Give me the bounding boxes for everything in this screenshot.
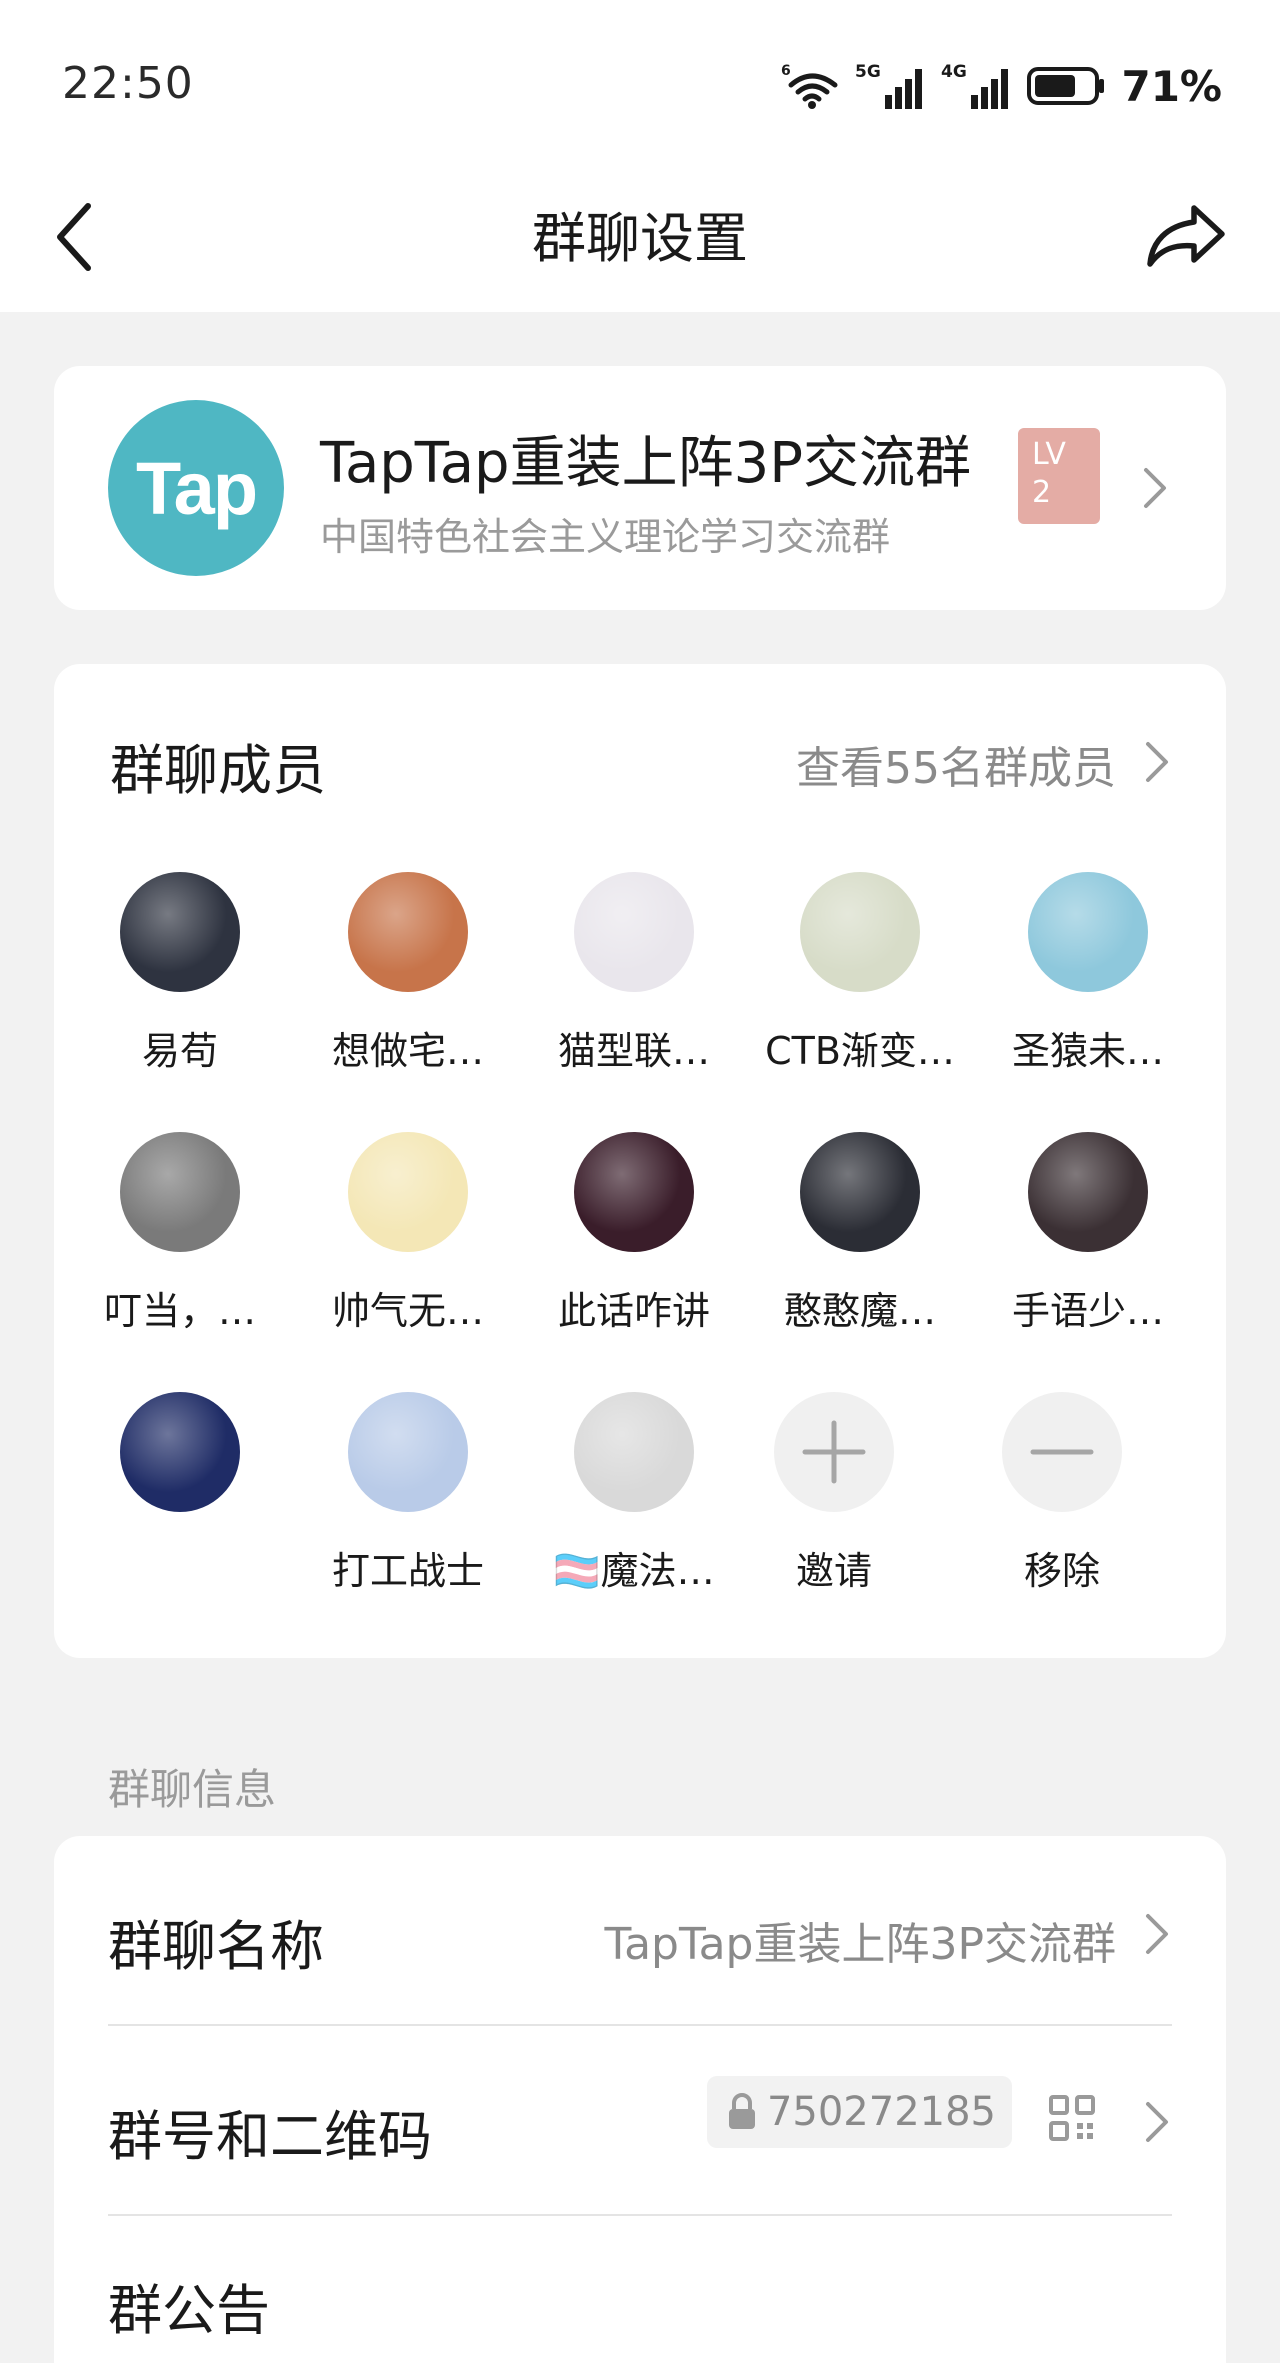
- member-item[interactable]: 想做宅…: [308, 872, 508, 1075]
- battery-icon: [1027, 67, 1105, 105]
- chevron-right-icon: [1146, 1914, 1168, 1954]
- status-bar: 22:50 6 5G 4G 71%: [0, 0, 1280, 170]
- invite-member-button[interactable]: 邀请: [734, 1392, 934, 1595]
- member-avatar: [1028, 872, 1148, 992]
- member-avatar: [348, 1132, 468, 1252]
- wifi-label: 6: [781, 63, 791, 79]
- remove-label: 移除: [1023, 1549, 1100, 1593]
- member-name: 手语少…: [1011, 1289, 1164, 1333]
- member-name: 🏳️‍⚧️魔法…: [553, 1549, 715, 1593]
- member-avatar: [574, 872, 694, 992]
- wifi-icon: 6: [781, 63, 838, 109]
- member-avatar: [574, 1392, 694, 1512]
- group-profile-card[interactable]: Tap TapTap重装上阵3P交流群 中国特色社会主义理论学习交流群 LV 2: [54, 366, 1226, 610]
- member-name: CTB渐变…: [765, 1029, 955, 1073]
- level-badge-number: 2: [1032, 475, 1052, 510]
- group-name: TapTap重装上阵3P交流群: [320, 431, 971, 496]
- nav-bar: 群聊设置: [0, 170, 1280, 312]
- group-logo: Tap: [108, 400, 284, 576]
- share-arrow-icon[interactable]: [1144, 190, 1228, 280]
- member-avatar: [800, 872, 920, 992]
- member-avatar: [120, 1392, 240, 1512]
- announcement-row[interactable]: 群公告: [108, 2216, 1172, 2363]
- member-avatar: [348, 872, 468, 992]
- lock-icon: [728, 2093, 755, 2129]
- group-name-label: 群聊名称: [108, 1915, 324, 1978]
- chevron-right-icon[interactable]: [1142, 738, 1172, 786]
- announcement-label: 群公告: [108, 2279, 270, 2342]
- member-name: 帅气无…: [331, 1289, 484, 1333]
- member-name: 易苟: [141, 1029, 218, 1073]
- member-avatar: [574, 1132, 694, 1252]
- group-id-pill: 750272185: [706, 2076, 1012, 2148]
- group-info-card: 群聊名称 TapTap重装上阵3P交流群 群号和二维码 750272185 群公…: [54, 1836, 1226, 2363]
- qr-code-icon[interactable]: [1048, 2094, 1096, 2142]
- invite-label: 邀请: [795, 1549, 872, 1593]
- member-avatar: [800, 1132, 920, 1252]
- member-item[interactable]: 手语少…: [988, 1132, 1188, 1335]
- group-info-section-label: 群聊信息: [108, 1765, 277, 1814]
- signal-4g-label: 4G: [941, 62, 967, 82]
- member-name: 叮当，…: [103, 1289, 256, 1333]
- view-all-members-link[interactable]: 查看55名群成员: [796, 732, 1116, 796]
- member-item[interactable]: 🏳️‍⚧️魔法…: [534, 1392, 734, 1595]
- level-badge-prefix: LV: [1032, 437, 1066, 472]
- group-id-value: 750272185: [766, 2089, 996, 2135]
- member-name: 圣猿未…: [1011, 1029, 1164, 1073]
- level-badge: LV 2: [1018, 428, 1100, 524]
- members-card: 群聊成员 查看55名群成员 易苟 想做宅… 猫型联… CTB渐变… 圣猿未… 叮当，… 帅气…: [54, 664, 1226, 1658]
- signal-4g-icon: 4G: [941, 62, 1009, 109]
- member-item[interactable]: 打工战士: [308, 1392, 508, 1595]
- status-indicators: 6 5G 4G 71%: [779, 58, 1222, 114]
- signal-5g-label: 5G: [855, 62, 881, 82]
- member-avatar: [120, 1132, 240, 1252]
- member-avatar: [120, 872, 240, 992]
- member-name: 此话咋讲: [557, 1289, 710, 1333]
- member-item[interactable]: 易苟: [80, 872, 280, 1075]
- group-name-value: TapTap重装上阵3P交流群: [604, 1919, 1117, 1970]
- member-name: 憨憨魔…: [783, 1289, 936, 1333]
- member-avatar: [1028, 1132, 1148, 1252]
- add-icon: [774, 1392, 894, 1512]
- member-avatar: [348, 1392, 468, 1512]
- chevron-right-icon: [1144, 468, 1166, 508]
- member-item[interactable]: CTB渐变…: [760, 872, 960, 1075]
- member-item[interactable]: 猫型联…: [534, 872, 734, 1075]
- group-id-label: 群号和二维码: [108, 2105, 432, 2168]
- members-title: 群聊成员: [110, 739, 326, 802]
- member-item[interactable]: 帅气无…: [308, 1132, 508, 1335]
- battery-percent: 71%: [1121, 61, 1222, 111]
- signal-5g-icon: 5G: [855, 62, 923, 109]
- status-time: 22:50: [62, 58, 194, 109]
- member-name: 猫型联…: [557, 1029, 710, 1073]
- member-item[interactable]: 憨憨魔…: [760, 1132, 960, 1335]
- page-title: 群聊设置: [532, 207, 748, 270]
- member-item[interactable]: 叮当，…: [80, 1132, 280, 1335]
- member-item[interactable]: 圣猿未…: [988, 872, 1188, 1075]
- remove-member-button[interactable]: 移除: [962, 1392, 1162, 1595]
- member-name: 打工战士: [331, 1549, 484, 1593]
- member-item[interactable]: [80, 1392, 280, 1540]
- member-name: 想做宅…: [331, 1029, 484, 1073]
- battery-fill: [1035, 75, 1076, 97]
- minus-icon: [1002, 1392, 1122, 1512]
- group-description: 中国特色社会主义理论学习交流群: [320, 515, 891, 559]
- group-name-row[interactable]: 群聊名称 TapTap重装上阵3P交流群: [108, 1836, 1172, 2026]
- group-id-row[interactable]: 群号和二维码 750272185: [108, 2026, 1172, 2216]
- member-item[interactable]: 此话咋讲: [534, 1132, 734, 1335]
- chevron-right-icon: [1146, 2102, 1168, 2142]
